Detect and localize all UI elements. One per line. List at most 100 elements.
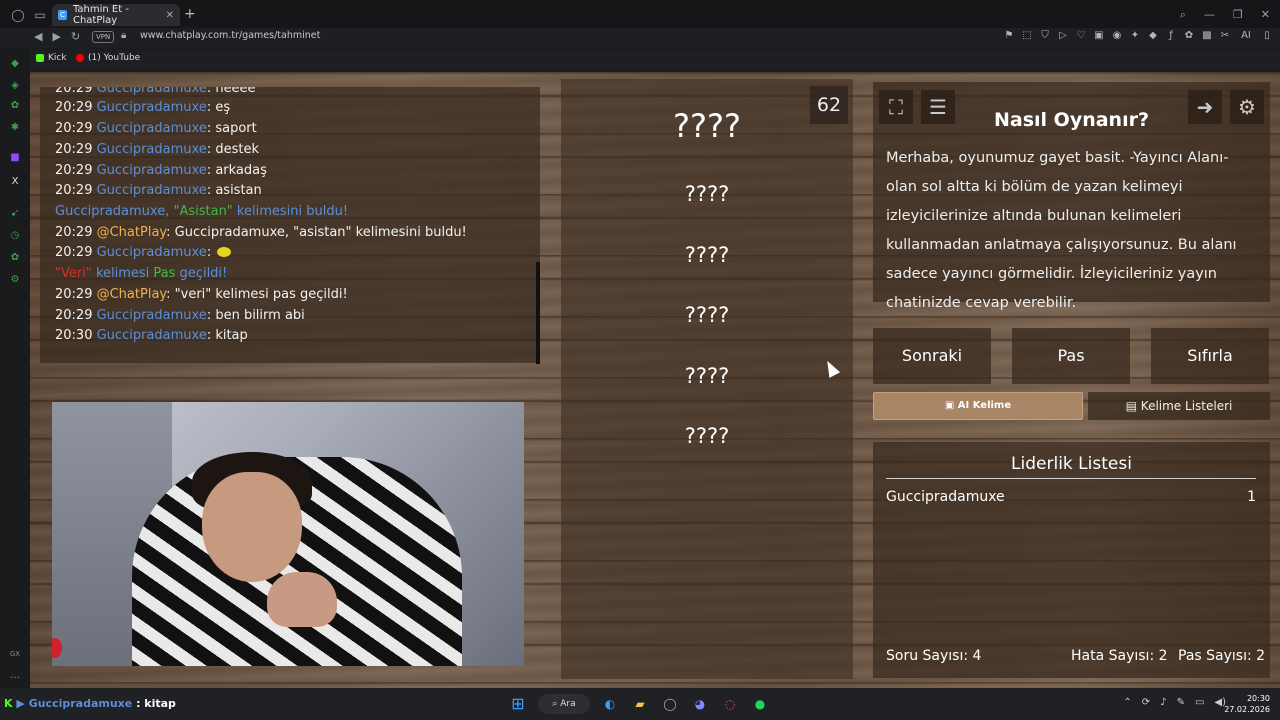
close-tab-icon[interactable]: ✕ [166, 10, 174, 21]
sidebar-app-icon[interactable]: ✱ [8, 122, 22, 133]
bot-message: 20:29 @ChatPlay: Guccipradamuxe, "asista… [55, 225, 467, 240]
extension-icon[interactable]: ✦ [1130, 30, 1140, 41]
error-count: Hata Sayısı: 2 [1071, 648, 1168, 664]
reset-button[interactable]: Sıfırla [1151, 328, 1269, 384]
leaderboard-row: Guccipradamuxe 1 [886, 489, 1256, 505]
ai-extension-icon[interactable]: AI [1238, 30, 1254, 41]
back-icon[interactable]: ◀ [34, 30, 42, 43]
new-tab-icon[interactable]: + [184, 6, 196, 22]
taskbar: K ▶ Guccipradamuxe : kitap ⊞ ⌕ Ara ◐ ▰ ◯… [0, 688, 1280, 720]
clock[interactable]: 20:30 27.02.2026 [1224, 693, 1270, 715]
taskbar-search[interactable]: ⌕ Ara [538, 694, 590, 714]
tab-label: Kelime Listeleri [1140, 399, 1233, 413]
vpn-badge[interactable]: VPN [92, 31, 115, 43]
chat-message: 20:29 Guccipradamuxe: saport [55, 121, 257, 136]
opera-icon[interactable]: ◯ [660, 694, 680, 714]
extension-icon[interactable]: ▣ [1094, 30, 1104, 41]
search-icon[interactable]: ⌕ [1180, 8, 1186, 22]
pass-button[interactable]: Pas [1012, 328, 1130, 384]
sidebar-app-icon[interactable]: GX [8, 650, 22, 658]
search-icon: ⌕ [552, 699, 558, 709]
sync-icon[interactable]: ⟳ [1142, 697, 1150, 708]
nav-buttons: ◀ ▶ ↻ [34, 30, 80, 43]
how-to-play-title: Nasıl Oynanır? [994, 109, 1149, 131]
leaderboard-title: Liderlik Listesi [1011, 454, 1132, 474]
sidebar-app-icon[interactable]: ◈ [8, 80, 22, 91]
forbidden-word: ???? [684, 424, 730, 448]
timer-counter: 62 [810, 86, 848, 124]
tab-word-lists[interactable]: ▤ Kelime Listeleri [1088, 392, 1270, 420]
leaderboard-panel: Liderlik Listesi Guccipradamuxe 1 Soru S… [873, 442, 1270, 678]
url-field[interactable]: www.chatplay.com.tr/games/tahminet [140, 30, 320, 41]
tab-ai-word[interactable]: ▣ AI Kelime [873, 392, 1083, 420]
reload-icon[interactable]: ↻ [71, 30, 80, 43]
extension-icon[interactable]: ƒ [1166, 30, 1176, 41]
browser-logo-icon[interactable]: ◯ [6, 8, 30, 22]
play-icon[interactable]: ▷ [1058, 30, 1068, 41]
avatar[interactable]: ▩ [1202, 30, 1212, 41]
robot-icon: ▣ [944, 400, 955, 411]
mic-icon[interactable]: ♪ [1160, 697, 1166, 708]
clipboard-icon: ▤ [1125, 399, 1137, 413]
taskbar-apps: ⊞ ⌕ Ara ◐ ▰ ◯ ◕ ◌ ● [508, 694, 770, 714]
extension-icon[interactable]: ✿ [1184, 30, 1194, 41]
sidebar-app-icon[interactable]: ◆ [8, 58, 22, 69]
tab-label: AI Kelime [957, 400, 1012, 411]
chat-message: 20:29 Guccipradamuxe: ben bilirm abi [55, 308, 305, 323]
screenshot-icon[interactable]: ⬚ [1022, 30, 1032, 41]
chevron-up-icon[interactable]: ⌃ [1123, 697, 1131, 708]
edge-icon[interactable]: ◐ [600, 694, 620, 714]
word-card: ???? ???? ???? ???? ???? ???? [561, 79, 853, 679]
bookmark-youtube[interactable]: (1) YouTube [76, 53, 140, 63]
sidebar-toggle-icon[interactable]: ▯ [1262, 30, 1272, 41]
forward-icon[interactable]: ▶ [52, 30, 60, 43]
shield-icon[interactable]: ⛉ [1040, 30, 1050, 41]
system-tray: ⌃ ⟳ ♪ ✎ ▭ ◀) [1123, 697, 1226, 708]
pen-icon[interactable]: ✎ [1177, 697, 1185, 708]
next-button[interactable]: Sonraki [873, 328, 991, 384]
display-icon[interactable]: ▭ [1195, 697, 1204, 708]
windows-start-icon[interactable]: ⊞ [508, 694, 528, 714]
close-window-icon[interactable]: ✕ [1261, 8, 1270, 22]
question-count: Soru Sayısı: 4 [886, 648, 982, 664]
x-icon[interactable]: X [8, 176, 22, 187]
settings-icon[interactable]: ⚙ [8, 274, 22, 285]
extension-icon[interactable]: ◆ [1148, 30, 1158, 41]
how-to-play-text: Merhaba, oyunumuz gayet basit. -Yayıncı … [886, 150, 1237, 311]
restore-icon[interactable]: ❐ [1233, 8, 1243, 22]
chat-message: 20:30 Guccipradamuxe: kitap [55, 328, 248, 343]
player-score: 1 [1247, 489, 1256, 505]
opera-gx-icon[interactable]: ◌ [720, 694, 740, 714]
heart-icon[interactable]: ♡ [1076, 30, 1086, 41]
minimize-icon[interactable]: — [1204, 8, 1215, 22]
chat-icon: ▶ [16, 697, 25, 710]
bookmark-label: (1) YouTube [88, 53, 141, 63]
clock-icon[interactable]: ◷ [8, 230, 22, 241]
bookmark-kick[interactable]: Kick [36, 53, 67, 63]
youtube-icon [76, 54, 84, 62]
workspaces-icon[interactable]: ▭ [28, 8, 52, 22]
last-chat-ticker: K ▶ Guccipradamuxe : kitap [4, 697, 176, 710]
twitch-icon[interactable]: ■ [8, 152, 22, 163]
extensions-bar: ⚑ ⬚ ⛉ ▷ ♡ ▣ ◉ ✦ ◆ ƒ ✿ ▩ ✂ AI ▯ [1004, 30, 1272, 41]
tab-chatplay[interactable]: C Tahmin Et - ChatPlay ✕ [52, 4, 180, 26]
forbidden-word: ???? [684, 182, 730, 206]
chat-panel: 20:29 Guccipradamuxe: neeee 20:29 Guccip… [40, 87, 540, 363]
sidebar-app-icon[interactable]: ➹ [8, 208, 22, 219]
system-message-pass: "Veri" kelimesi Pas geçildi! [55, 266, 228, 281]
folder-icon[interactable]: ▰ [630, 694, 650, 714]
divider [536, 262, 540, 364]
bookmark-icon[interactable]: ⚑ [1004, 30, 1014, 41]
kick-icon: K [4, 697, 13, 710]
more-icon[interactable]: … [8, 670, 22, 681]
forbidden-word: ???? [684, 243, 730, 267]
extension-icon[interactable]: ✂ [1220, 30, 1230, 41]
extension-icon[interactable]: ◉ [1112, 30, 1122, 41]
discord-icon[interactable]: ◕ [690, 694, 710, 714]
spotify-icon[interactable]: ● [750, 694, 770, 714]
sidebar-app-icon[interactable]: ✿ [8, 252, 22, 263]
how-to-play-panel: ⛶ ☰ ➜ ⚙ Nasıl Oynanır? Merhaba, oyunumuz… [873, 82, 1270, 311]
sidebar-app-icon[interactable]: ✿ [8, 100, 22, 111]
bookmark-label: Kick [48, 53, 67, 63]
webcam-person-hand [267, 572, 337, 627]
